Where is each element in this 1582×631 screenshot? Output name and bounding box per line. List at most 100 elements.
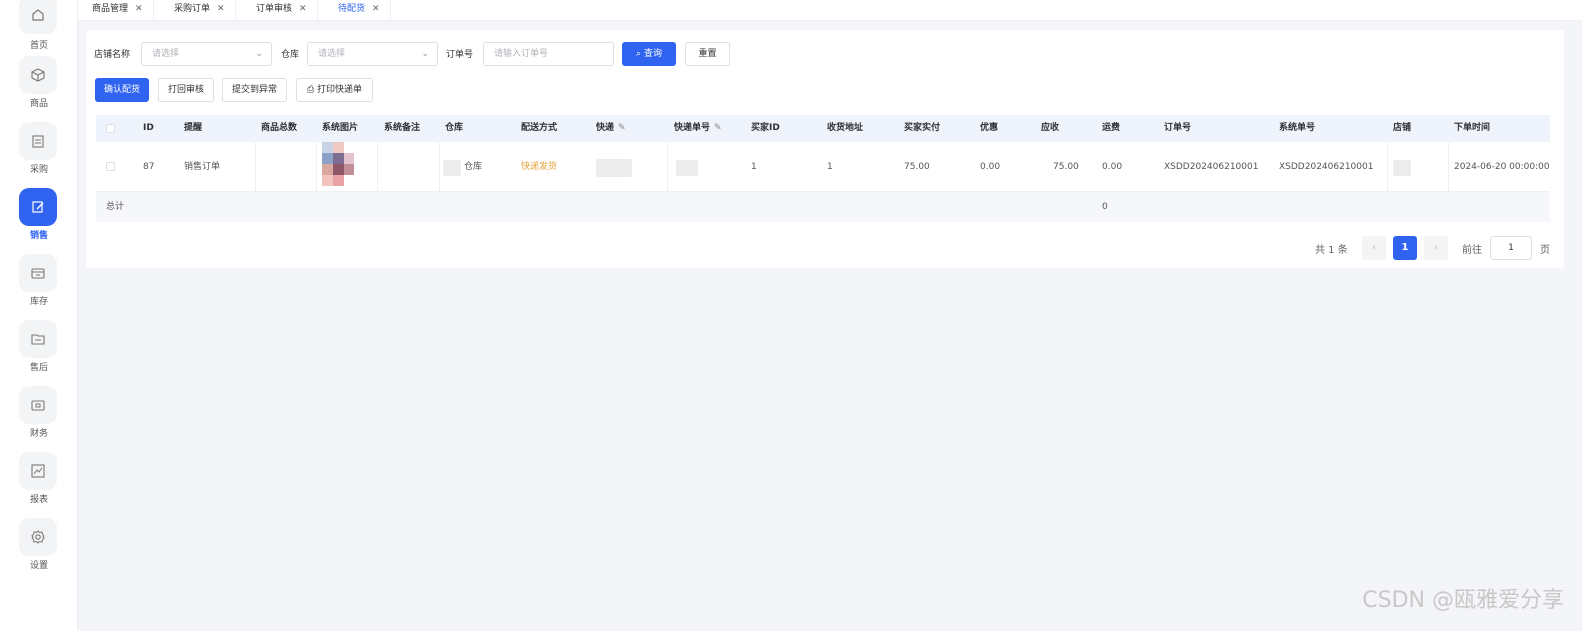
header-system-remark: 系统备注 xyxy=(384,123,421,133)
edit-icon[interactable]: ✎ xyxy=(714,123,722,133)
cell-buyer-id: 1 xyxy=(751,162,757,172)
header-shop: 店铺 xyxy=(1393,123,1412,133)
confirm-allocation-button[interactable]: 确认配货 xyxy=(95,78,149,102)
sidebar-item-purchase[interactable]: 采购 xyxy=(0,122,78,182)
reset-button-label: 重置 xyxy=(698,49,717,59)
return-to-review-label: 打回审核 xyxy=(167,85,204,95)
tab-order-review[interactable]: 订单审核 ✕ xyxy=(242,0,318,21)
sidebar-item-goods[interactable]: 商品 xyxy=(0,56,78,116)
watermark: CSDN @瓯雅爱分享 xyxy=(1362,588,1564,613)
search-icon: ⌕ xyxy=(636,49,642,59)
shop-select-placeholder: 请选择 xyxy=(152,49,180,59)
header-buyer-id: 买家ID xyxy=(751,123,780,133)
confirm-allocation-label: 确认配货 xyxy=(103,85,140,95)
header-express-label: 快递 xyxy=(596,123,615,133)
cell-remind: 销售订单 xyxy=(184,162,221,172)
chevron-right-icon: › xyxy=(1434,242,1438,253)
next-page-button[interactable]: › xyxy=(1424,236,1448,260)
shop-select[interactable]: 请选择 ⌄ xyxy=(141,42,272,66)
header-tracking-label: 快递单号 xyxy=(674,123,711,133)
sidebar-item-settings[interactable]: 设置 xyxy=(0,518,78,578)
edit-icon xyxy=(19,188,57,226)
header-order-no: 订单号 xyxy=(1164,123,1192,133)
table-row[interactable]: 87 销售订单 仓库 快递发货 1 1 75.00 0.00 75.00 0.0… xyxy=(96,142,1550,192)
header-id: ID xyxy=(143,123,154,133)
header-express[interactable]: 快递 ✎ xyxy=(596,115,626,142)
close-icon[interactable]: ✕ xyxy=(135,4,143,14)
page-unit-label: 页 xyxy=(1540,245,1550,256)
close-icon[interactable]: ✕ xyxy=(299,4,307,14)
edit-icon[interactable]: ✎ xyxy=(618,123,626,133)
sidebar-item-finance[interactable]: 财务 xyxy=(0,386,78,446)
sidebar-item-home[interactable]: 首页 xyxy=(0,0,78,60)
page-button-current[interactable]: 1 xyxy=(1393,236,1417,260)
submit-abnormal-button[interactable]: 提交到异常 xyxy=(222,78,287,102)
table-summary-row: 总计 0 xyxy=(96,192,1550,222)
tab-pending-allocation[interactable]: 待配货 ✕ xyxy=(324,0,391,21)
row-checkbox[interactable] xyxy=(106,162,115,171)
home-icon xyxy=(19,0,57,34)
header-address: 收货地址 xyxy=(827,123,864,133)
submit-abnormal-label: 提交到异常 xyxy=(231,85,277,95)
table-header: ID 提醒 商品总数 系统图片 系统备注 仓库 配送方式 快递 ✎ 快递单号 ✎ 买… xyxy=(96,115,1550,142)
reset-button[interactable]: 重置 xyxy=(685,42,730,66)
header-order-time: 下单时间 xyxy=(1454,123,1491,133)
tab-bar: 商品管理 ✕ 采购订单 ✕ 订单审核 ✕ 待配货 ✕ xyxy=(78,0,1582,21)
shop-name-label: 店铺名称 xyxy=(94,50,131,60)
pagination-total: 共 1 条 xyxy=(1315,245,1348,256)
sidebar-item-sales[interactable]: 销售 xyxy=(0,188,78,248)
column-divider xyxy=(377,142,378,192)
cell-order-no: XSDD202406210001 xyxy=(1164,162,1259,172)
header-tracking-no[interactable]: 快递单号 ✎ xyxy=(674,115,722,142)
header-paid: 买家实付 xyxy=(904,123,941,133)
sidebar-item-label: 报表 xyxy=(29,495,48,505)
tab-label: 待配货 xyxy=(338,4,366,14)
sidebar-item-label: 销售 xyxy=(29,231,48,241)
tab-label: 订单审核 xyxy=(256,4,293,14)
sidebar-item-aftersale[interactable]: 售后 xyxy=(0,320,78,380)
calendar-icon xyxy=(19,122,57,160)
column-divider xyxy=(316,142,317,192)
sidebar-item-reports[interactable]: 报表 xyxy=(0,452,78,512)
order-number-input[interactable]: 请输入订单号 xyxy=(483,42,614,66)
cell-paid: 75.00 xyxy=(904,162,930,172)
tab-goods-management[interactable]: 商品管理 ✕ xyxy=(78,0,154,21)
close-icon[interactable]: ✕ xyxy=(372,4,380,14)
sidebar-item-label: 财务 xyxy=(29,429,48,439)
goto-page-input[interactable]: 1 xyxy=(1490,236,1532,260)
sidebar-item-inventory[interactable]: 库存 xyxy=(0,254,78,314)
tab-purchase-order[interactable]: 采购订单 ✕ xyxy=(160,0,236,21)
cell-discount: 0.00 xyxy=(980,162,1001,172)
sidebar-item-label: 库存 xyxy=(29,297,48,307)
express-blurred xyxy=(596,159,632,177)
warehouse-select[interactable]: 请选择 ⌄ xyxy=(307,42,438,66)
header-remind: 提醒 xyxy=(184,123,203,133)
cell-id: 87 xyxy=(143,162,155,172)
close-icon[interactable]: ✕ xyxy=(217,4,225,14)
column-divider xyxy=(1387,142,1388,192)
folder-icon xyxy=(19,320,57,358)
box-icon xyxy=(19,56,57,94)
column-divider xyxy=(439,142,440,192)
prev-page-button[interactable]: ‹ xyxy=(1362,236,1386,260)
print-express-button[interactable]: ⎙ 打印快递单 xyxy=(296,78,373,102)
sidebar-item-label: 设置 xyxy=(29,561,48,571)
print-express-label: 打印快递单 xyxy=(317,85,363,95)
return-to-review-button[interactable]: 打回审核 xyxy=(158,78,214,102)
goto-label: 前往 xyxy=(1462,245,1482,256)
sidebar-item-label: 售后 xyxy=(29,363,48,373)
sidebar: 首页 商品 采购 销售 库存 售后 财务 报表 设置 xyxy=(0,0,78,631)
order-number-label: 订单号 xyxy=(446,50,474,60)
search-button[interactable]: ⌕ 查询 xyxy=(622,42,676,66)
select-all-checkbox[interactable] xyxy=(106,124,115,133)
summary-shipping-total: 0 xyxy=(1102,202,1108,212)
header-system-image: 系统图片 xyxy=(322,123,359,133)
header-shipping: 运费 xyxy=(1102,123,1121,133)
product-thumbnail[interactable] xyxy=(322,142,356,188)
header-warehouse: 仓库 xyxy=(445,123,464,133)
tracking-blurred xyxy=(676,160,698,176)
cell-address: 1 xyxy=(827,162,833,172)
cell-delivery: 快递发货 xyxy=(521,162,558,172)
warehouse-name-blurred xyxy=(443,160,461,176)
header-goods-total: 商品总数 xyxy=(261,123,298,133)
